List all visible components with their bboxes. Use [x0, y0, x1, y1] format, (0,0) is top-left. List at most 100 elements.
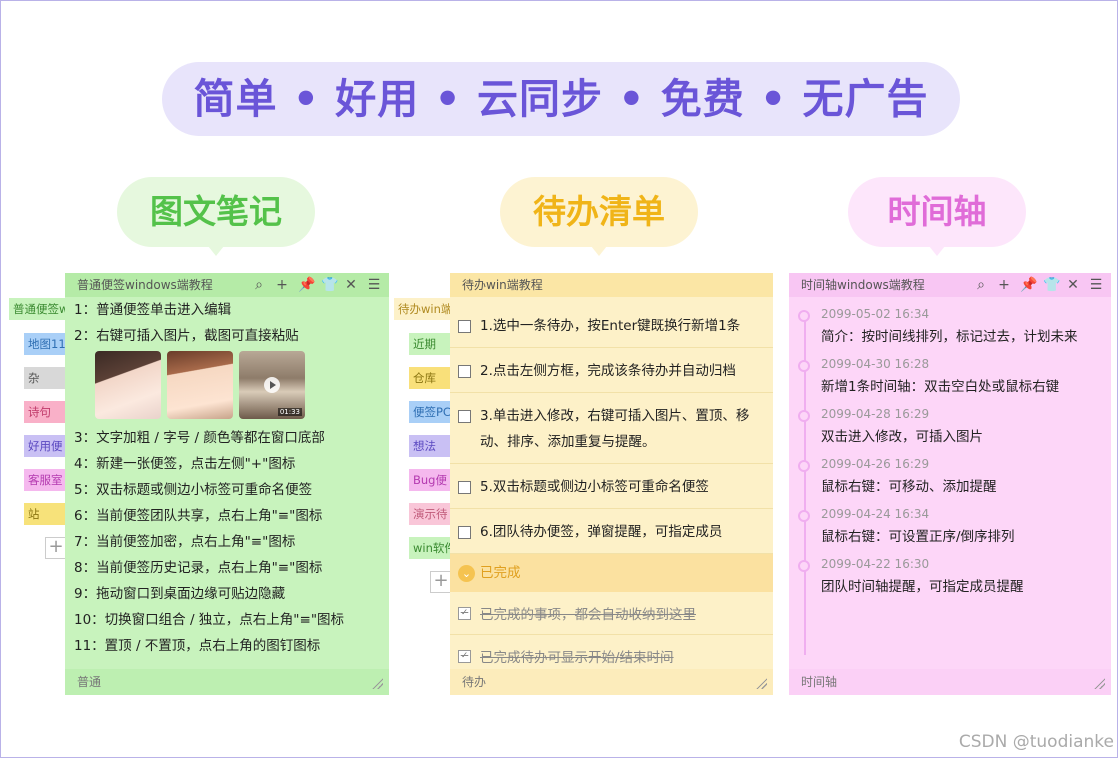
timeline-dot-icon [798, 360, 810, 372]
window-title: 普通便签windows端教程 [77, 278, 213, 292]
completed-section-toggle[interactable]: ⌄ 已完成 [450, 554, 773, 592]
todo-text: 2.点击左侧方框，完成该条待办并自动归档 [480, 363, 736, 379]
todo-checkbox[interactable] [458, 365, 471, 378]
menu-icon[interactable]: ☰ [1089, 273, 1103, 297]
timeline-event[interactable]: 2099-04-26 16:29 鼠标右键：可移动、添加提醒 [789, 453, 1111, 503]
timeline-dot-icon [798, 410, 810, 422]
event-text: 鼠标右键：可移动、添加提醒 [821, 479, 997, 495]
completed-text: 已完成的事项，都会自动收纳到这里 [480, 607, 696, 623]
event-date: 2099-04-24 16:34 [821, 507, 930, 521]
todo-checkbox[interactable] [458, 526, 471, 539]
add-note-button[interactable]: + [430, 571, 452, 593]
window-footer: 普通 [65, 669, 389, 695]
close-icon[interactable]: ✕ [344, 273, 358, 297]
side-tab[interactable]: 近期 [409, 333, 452, 355]
side-tab[interactable]: 便签PC [409, 401, 452, 423]
play-icon[interactable] [264, 377, 280, 393]
window-footer: 时间轴 [789, 669, 1111, 695]
todo-item[interactable]: 1.选中一条待办，按Enter键既换行新增1条 [450, 303, 773, 348]
event-text: 团队时间轴提醒，可指定成员提醒 [821, 579, 1024, 595]
timeline-event[interactable]: 2099-04-28 16:29 双击进入修改，可插入图片 [789, 403, 1111, 453]
menu-icon[interactable]: ☰ [367, 273, 381, 297]
side-tab[interactable]: 普通便签w [9, 298, 67, 320]
side-tab[interactable]: 演示待 [409, 503, 452, 525]
add-note-button[interactable]: + [45, 537, 67, 559]
side-tab[interactable]: 仓库 [409, 367, 452, 389]
completed-label: 已完成 [480, 565, 521, 581]
checked-checkbox[interactable]: ✓ [458, 606, 471, 620]
timeline-event[interactable]: 2099-04-22 16:30 团队时间轴提醒，可指定成员提醒 [789, 553, 1111, 603]
event-text: 鼠标右键：可设置正序/倒序排列 [821, 529, 1015, 545]
side-tab[interactable]: 想法 [409, 435, 452, 457]
event-text: 简介：按时间线排列，标记过去，计划未来 [821, 329, 1078, 345]
window-title: 待办win端教程 [462, 278, 543, 292]
event-text: 双击进入修改，可插入图片 [821, 429, 983, 445]
todo-checkbox[interactable] [458, 410, 471, 423]
note-line: 2：右键可插入图片，截图可直接粘贴 [74, 328, 299, 344]
photo-thumbnail[interactable] [167, 351, 233, 419]
plus-icon[interactable]: + [275, 273, 289, 297]
video-thumbnail[interactable]: 01:33 [239, 351, 305, 419]
todo-text: 3.单击进入修改，右键可插入图片、置顶、移动、排序、添加重复与提醒。 [480, 408, 750, 450]
search-icon[interactable]: ⌕ [974, 273, 988, 297]
timeline-event[interactable]: 2099-04-24 16:34 鼠标右键：可设置正序/倒序排列 [789, 503, 1111, 553]
todo-text: 6.团队待办便签，弹窗提醒，可指定成员 [480, 524, 723, 540]
timeline-event[interactable]: 2099-04-30 16:28 新增1条时间轴：双击空白处或鼠标右键 [789, 353, 1111, 403]
plus-icon[interactable]: + [997, 273, 1011, 297]
window-titlebar[interactable]: 时间轴windows端教程 ⌕ + 📌 👕 ✕ ☰ [789, 273, 1111, 297]
search-icon[interactable]: ⌕ [252, 273, 266, 297]
side-tab[interactable]: 杂 [24, 367, 67, 389]
completed-text: 已完成待办可显示开始/结束时间 [480, 650, 674, 666]
timeline-window: 时间轴windows端教程 ⌕ + 📌 👕 ✕ ☰ 2099-05-02 16:… [789, 273, 1111, 695]
window-titlebar[interactable]: 普通便签windows端教程 ⌕ + 📌 👕 ✕ ☰ [65, 273, 389, 297]
todo-text: 5.双击标题或侧边小标签可重命名便签 [480, 479, 709, 495]
side-tab[interactable]: win软件 [409, 537, 452, 559]
timeline-list: 2099-05-02 16:34 简介：按时间线排列，标记过去，计划未来 209… [789, 297, 1111, 655]
window-titlebar[interactable]: 待办win端教程 [450, 273, 773, 297]
close-icon[interactable]: ✕ [1066, 273, 1080, 297]
note-line: 8：当前便签历史记录，点右上角"≡"图标 [74, 560, 323, 576]
image-row: 01:33 [65, 351, 389, 419]
completed-item[interactable]: ✓ 已完成的事项，都会自动收纳到这里 [450, 592, 773, 635]
shirt-icon[interactable]: 👕 [321, 273, 338, 297]
checked-checkbox[interactable]: ✓ [458, 649, 471, 663]
chevron-down-icon[interactable]: ⌄ [458, 564, 475, 582]
side-tab[interactable]: 客服室 [24, 469, 67, 491]
side-tab[interactable]: 地图11 [24, 333, 67, 355]
todo-item[interactable]: 6.团队待办便签，弹窗提醒，可指定成员 [450, 509, 773, 554]
todo-window: 待办win端教程 1.选中一条待办，按Enter键既换行新增1条 2.点击左侧方… [450, 273, 773, 695]
note-line: 5：双击标题或侧边小标签可重命名便签 [74, 482, 313, 498]
resize-grip-icon[interactable] [755, 677, 767, 689]
resize-grip-icon[interactable] [1093, 677, 1105, 689]
footer-label: 待办 [462, 675, 487, 689]
todo-item[interactable]: 3.单击进入修改，右键可插入图片、置顶、移动、排序、添加重复与提醒。 [450, 393, 773, 464]
note-line: 11：置顶 / 不置顶，点右上角的图钉图标 [74, 638, 321, 654]
timeline-dot-icon [798, 560, 810, 572]
pill-notes: 图文笔记 [117, 177, 315, 256]
event-date: 2099-04-26 16:29 [821, 457, 930, 471]
notes-window: 普通便签windows端教程 ⌕ + 📌 👕 ✕ ☰ 1：普通便签单击进入编辑 … [65, 273, 389, 695]
footer-label: 时间轴 [801, 675, 838, 689]
note-line: 6：当前便签团队共享，点右上角"≡"图标 [74, 508, 323, 524]
video-duration: 01:33 [277, 408, 302, 416]
event-date: 2099-04-28 16:29 [821, 407, 930, 421]
pin-icon[interactable]: 📌 [298, 273, 315, 297]
side-tab[interactable]: 诗句 [24, 401, 67, 423]
side-tab[interactable]: 待办win端 [394, 298, 452, 320]
side-tab[interactable]: Bug便 [409, 469, 452, 491]
note-line: 4：新建一张便签，点击左侧"+"图标 [74, 456, 296, 472]
photo-thumbnail[interactable] [95, 351, 161, 419]
timeline-event[interactable]: 2099-05-02 16:34 简介：按时间线排列，标记过去，计划未来 [789, 303, 1111, 353]
todo-checkbox[interactable] [458, 481, 471, 494]
todo-checkbox[interactable] [458, 320, 471, 333]
side-tab[interactable]: 站 [24, 503, 67, 525]
todo-item[interactable]: 5.双击标题或侧边小标签可重命名便签 [450, 464, 773, 509]
side-tab[interactable]: 好用便 [24, 435, 67, 457]
timeline-dot-icon [798, 460, 810, 472]
shirt-icon[interactable]: 👕 [1043, 273, 1060, 297]
todo-item[interactable]: 2.点击左侧方框，完成该条待办并自动归档 [450, 348, 773, 393]
pin-icon[interactable]: 📌 [1020, 273, 1037, 297]
timeline-dot-icon [798, 310, 810, 322]
note-line: 1：普通便签单击进入编辑 [74, 302, 232, 318]
resize-grip-icon[interactable] [371, 677, 383, 689]
